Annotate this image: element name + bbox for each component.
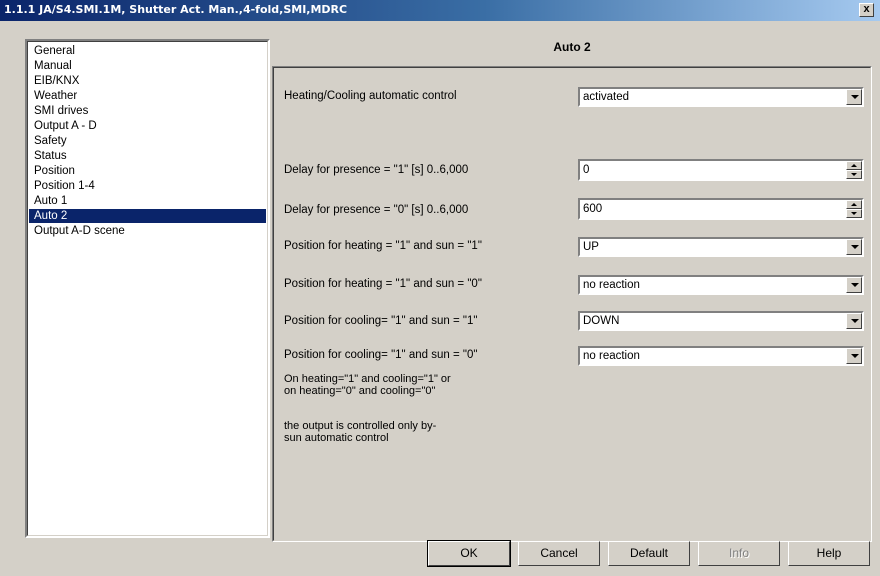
ok-button[interactable]: OK <box>427 540 511 567</box>
spin-down-icon[interactable] <box>846 170 862 179</box>
cooling-sun-1-value: DOWN <box>583 315 620 327</box>
nav-item-output-a-d-scene[interactable]: Output A-D scene <box>34 224 129 238</box>
info-note-heating-cooling: On heating="1" and cooling="1" or on hea… <box>284 373 451 397</box>
hc-control-select[interactable]: activated <box>578 87 864 107</box>
title-bar[interactable]: 1.1.1 JA/S4.SMI.1M, Shutter Act. Man.,4-… <box>0 0 880 21</box>
heating-sun-1-select[interactable]: UP <box>578 237 864 257</box>
parameter-panel <box>272 66 872 542</box>
chevron-down-icon[interactable] <box>846 313 862 329</box>
nav-item-smi-drives[interactable]: SMI drives <box>34 104 92 118</box>
heating-sun-0-select[interactable]: no reaction <box>578 275 864 295</box>
cooling-sun-0-value: no reaction <box>583 350 640 362</box>
dialog-window: 1.1.1 JA/S4.SMI.1M, Shutter Act. Man.,4-… <box>0 0 880 576</box>
delay-presence-0-value: 600 <box>583 203 603 215</box>
param-label-cooling-sun-0: Position for cooling= "1" and sun = "0" <box>284 349 478 361</box>
nav-item-weather[interactable]: Weather <box>34 89 81 103</box>
nav-item-general[interactable]: General <box>34 44 79 58</box>
cancel-button[interactable]: Cancel <box>518 541 600 566</box>
nav-item-safety[interactable]: Safety <box>34 134 71 148</box>
heating-sun-1-value: UP <box>583 241 599 253</box>
param-label-heating-sun-0: Position for heating = "1" and sun = "0" <box>284 278 482 290</box>
nav-item-auto-1[interactable]: Auto 1 <box>34 194 71 208</box>
cooling-sun-1-select[interactable]: DOWN <box>578 311 864 331</box>
cooling-sun-0-select[interactable]: no reaction <box>578 346 864 366</box>
page-title: Auto 2 <box>553 40 591 54</box>
nav-item-output-a-d[interactable]: Output A - D <box>34 119 101 133</box>
default-button[interactable]: Default <box>608 541 690 566</box>
hc-control-value: activated <box>583 91 630 103</box>
spin-up-icon[interactable] <box>846 161 862 170</box>
delay-presence-1-spinner[interactable]: 0 <box>578 159 864 181</box>
nav-item-auto-2[interactable]: Auto 2 <box>29 209 266 223</box>
info-note-line: on heating="0" and cooling="0" <box>284 385 436 397</box>
param-label-cooling-sun-1: Position for cooling= "1" and sun = "1" <box>284 315 478 327</box>
param-label-heating-sun-1: Position for heating = "1" and sun = "1" <box>284 240 482 252</box>
close-icon: x <box>863 3 870 15</box>
spin-up-icon[interactable] <box>846 200 862 209</box>
info-button[interactable]: Info <box>698 541 780 566</box>
heating-sun-0-value: no reaction <box>583 279 640 291</box>
parameter-tree[interactable]: General Manual EIB/KNX Weather SMI drive… <box>25 39 270 538</box>
chevron-down-icon[interactable] <box>846 89 862 105</box>
nav-item-position[interactable]: Position <box>34 164 79 178</box>
info-note-line: sun automatic control <box>284 432 389 444</box>
nav-item-position-1-4[interactable]: Position 1-4 <box>34 179 99 193</box>
delay-presence-1-value: 0 <box>583 164 590 176</box>
close-button[interactable]: x <box>859 3 874 17</box>
param-label-delay-presence-1: Delay for presence = "1" [s] 0..6,000 <box>284 164 469 176</box>
info-note-sun-control: the output is controlled only by- sun au… <box>284 420 436 444</box>
chevron-down-icon[interactable] <box>846 239 862 255</box>
nav-item-status[interactable]: Status <box>34 149 71 163</box>
nav-item-eib-knx[interactable]: EIB/KNX <box>34 74 83 88</box>
chevron-down-icon[interactable] <box>846 348 862 364</box>
param-label-delay-presence-0: Delay for presence = "0" [s] 0..6,000 <box>284 204 469 216</box>
param-label-hc-control: Heating/Cooling automatic control <box>284 90 457 102</box>
spin-down-icon[interactable] <box>846 209 862 218</box>
nav-item-manual[interactable]: Manual <box>34 59 76 73</box>
info-note-line: On heating="1" and cooling="1" or <box>284 373 451 385</box>
help-button[interactable]: Help <box>788 541 870 566</box>
delay-presence-0-spinner[interactable]: 600 <box>578 198 864 220</box>
chevron-down-icon[interactable] <box>846 277 862 293</box>
window-title: 1.1.1 JA/S4.SMI.1M, Shutter Act. Man.,4-… <box>4 3 348 16</box>
info-note-line: the output is controlled only by- <box>284 420 437 432</box>
